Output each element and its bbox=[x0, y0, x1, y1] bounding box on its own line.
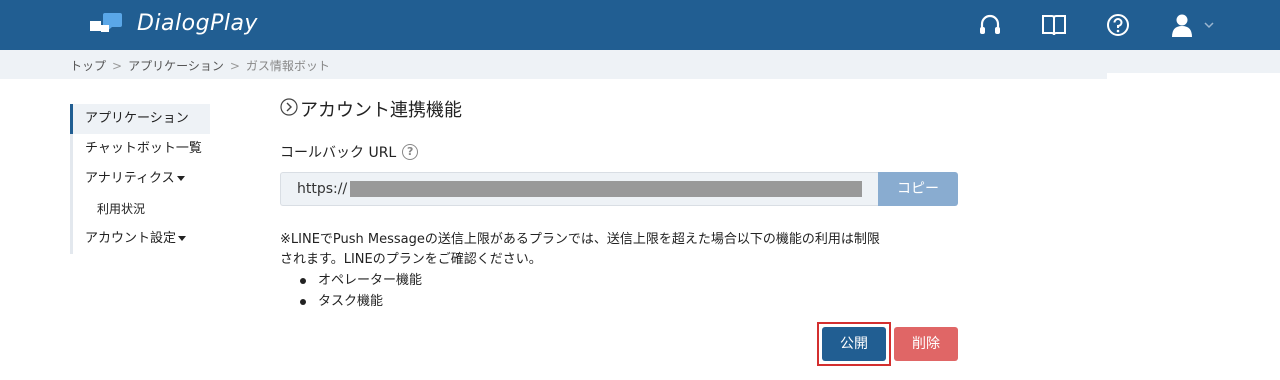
brand-name[interactable]: DialogPlay bbox=[137, 11, 258, 36]
breadcrumb-separator: > bbox=[229, 58, 240, 73]
chevron-down-icon[interactable] bbox=[1204, 12, 1214, 38]
bullet-icon bbox=[300, 277, 306, 284]
sidebar-item-account-settings[interactable]: アカウント設定 bbox=[70, 224, 210, 254]
headset-icon[interactable] bbox=[978, 12, 1002, 38]
callback-url-label-text: コールバック URL bbox=[280, 145, 397, 161]
sidebar-item-label: アナリティクス bbox=[85, 171, 175, 186]
bullet-icon bbox=[300, 298, 306, 305]
sidebar-item-analytics[interactable]: アナリティクス bbox=[70, 164, 210, 194]
question-circle-icon[interactable]: ? bbox=[402, 144, 419, 160]
breadcrumb-separator: > bbox=[112, 58, 123, 73]
book-icon[interactable] bbox=[1041, 12, 1067, 38]
caret-down-icon bbox=[178, 236, 187, 241]
callback-url-label: コールバック URL ? bbox=[280, 142, 419, 162]
publish-button[interactable]: 公開 bbox=[822, 327, 886, 361]
breadcrumb-top[interactable]: トップ bbox=[70, 57, 106, 74]
sidebar-item-application[interactable]: アプリケーション bbox=[70, 104, 210, 134]
breadcrumb-application[interactable]: アプリケーション bbox=[128, 57, 224, 74]
top-header: DialogPlay bbox=[0, 0, 1280, 50]
breadcrumb: トップ > アプリケーション > ガス情報ボット bbox=[70, 57, 330, 74]
sidebar-item-label: チャットボット一覧 bbox=[85, 141, 202, 156]
sidebar-item-label: アプリケーション bbox=[85, 111, 189, 126]
redacted-url bbox=[350, 181, 862, 197]
caret-down-icon bbox=[176, 176, 185, 181]
notice-text: ※LINEでPush Messageの送信上限があるプランでは、送信上限を超えた… bbox=[280, 230, 980, 270]
list-item-label: オペレーター機能 bbox=[318, 273, 423, 288]
dialogplay-logo-icon[interactable] bbox=[90, 12, 124, 38]
notice-line: されます。LINEのプランをご確認ください。 bbox=[280, 252, 542, 267]
breadcrumb-current: ガス情報ボット bbox=[245, 59, 330, 73]
feature-list: オペレーター機能 タスク機能 bbox=[300, 270, 422, 312]
notice-line: ※LINEでPush Messageの送信上限があるプランでは、送信上限を超えた… bbox=[280, 232, 880, 247]
delete-button[interactable]: 削除 bbox=[894, 327, 958, 361]
url-prefix: https:// bbox=[297, 181, 348, 197]
circle-chevron-right-icon bbox=[280, 97, 298, 121]
section-title-text: アカウント連携機能 bbox=[300, 100, 462, 121]
help-icon[interactable] bbox=[1106, 12, 1130, 38]
sidebar-item-usage[interactable]: 利用状況 bbox=[70, 194, 210, 224]
sidebar-item-chatbot-list[interactable]: チャットボット一覧 bbox=[70, 134, 210, 164]
user-icon[interactable] bbox=[1170, 12, 1194, 38]
sidebar-item-label: 利用状況 bbox=[97, 202, 146, 216]
list-item: タスク機能 bbox=[300, 291, 422, 312]
list-item: オペレーター機能 bbox=[300, 270, 422, 291]
section-title: アカウント連携機能 bbox=[280, 96, 462, 122]
sidebar: アプリケーション チャットボット一覧 アナリティクス 利用状況 アカウント設定 bbox=[70, 104, 210, 254]
list-item-label: タスク機能 bbox=[318, 294, 384, 309]
copy-button[interactable]: コピー bbox=[878, 172, 958, 206]
sidebar-item-label: アカウント設定 bbox=[85, 231, 177, 246]
